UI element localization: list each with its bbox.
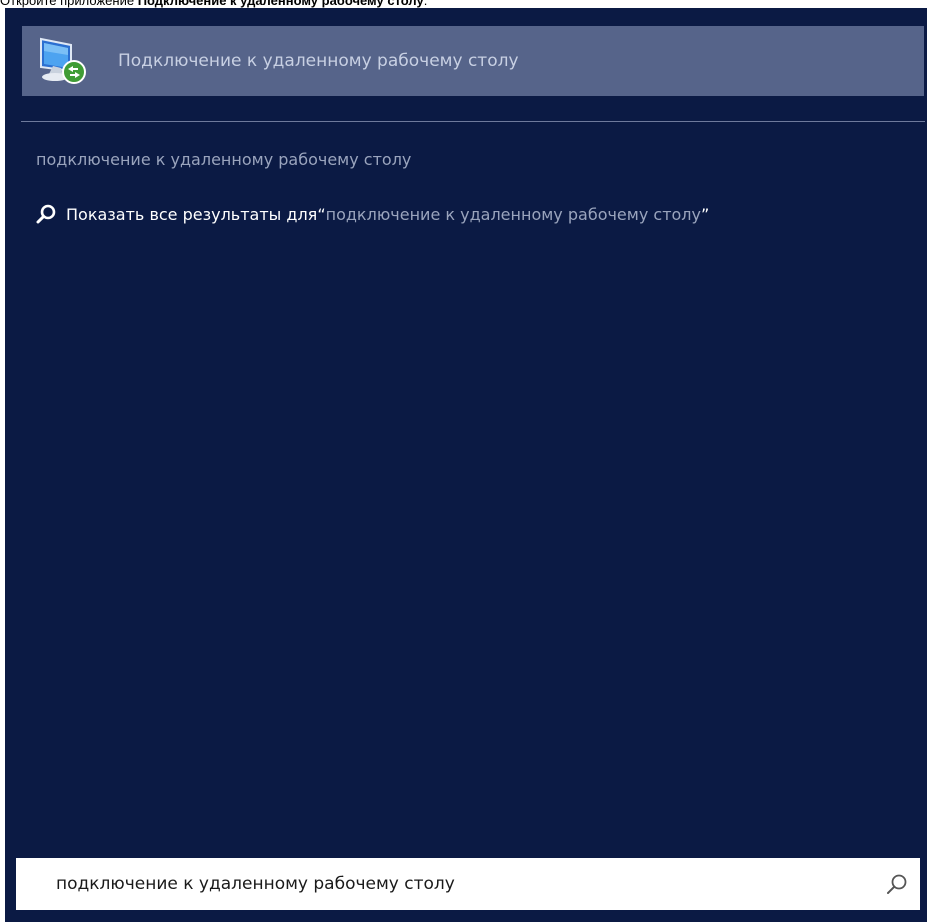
- caption-suffix: .: [423, 0, 428, 8]
- show-all-prefix: Показать все результаты для: [66, 204, 318, 224]
- search-panel: Подключение к удаленному рабочему столу …: [5, 8, 927, 922]
- search-suggestion[interactable]: подключение к удаленному рабочему столу: [36, 150, 411, 169]
- caption-prefix: Откройте приложение: [0, 0, 138, 8]
- app-result-remote-desktop[interactable]: Подключение к удаленному рабочему столу: [22, 26, 924, 96]
- show-all-results-link[interactable]: Показать все результаты для “подключение…: [35, 202, 709, 226]
- search-input[interactable]: подключение к удаленному рабочему столу: [16, 858, 920, 910]
- open-quote: “: [317, 204, 326, 224]
- remote-desktop-icon: [40, 37, 86, 84]
- results-divider: [21, 121, 925, 122]
- app-result-label: Подключение к удаленному рабочему столу: [118, 51, 519, 71]
- search-button-icon[interactable]: [884, 871, 910, 897]
- instruction-caption: Откройте приложение Подключение к удален…: [0, 0, 427, 8]
- show-all-query: подключение к удаленному рабочему столу: [325, 204, 701, 224]
- caption-app-name: Подключение к удаленному рабочему столу: [137, 0, 424, 8]
- close-quote: ”: [701, 204, 710, 224]
- search-input-value: подключение к удаленному рабочему столу: [56, 874, 455, 894]
- search-icon: [36, 204, 56, 224]
